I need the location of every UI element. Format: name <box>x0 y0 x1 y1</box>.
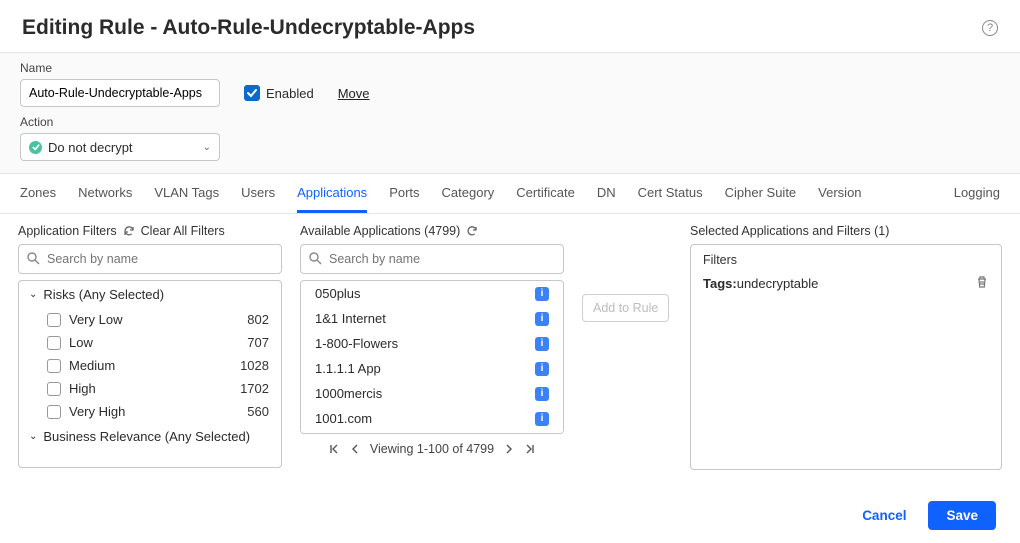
filter-option-count: 1702 <box>240 381 269 396</box>
chevron-down-icon: ⌄ <box>203 142 211 153</box>
filters-search-input[interactable] <box>18 244 282 274</box>
info-icon[interactable]: i <box>535 312 549 326</box>
filter-option-label: Very Low <box>69 312 122 327</box>
checkbox[interactable] <box>47 336 61 350</box>
tab-dn[interactable]: DN <box>597 175 616 213</box>
available-app-row[interactable]: 1000mercis i <box>301 381 563 406</box>
info-icon[interactable]: i <box>535 337 549 351</box>
cancel-button[interactable]: Cancel <box>852 500 916 531</box>
clear-filters-link[interactable]: Clear All Filters <box>141 224 225 238</box>
filter-group-header[interactable]: ⌄Business Relevance (Any Selected) <box>19 423 279 450</box>
filter-option[interactable]: Medium 1028 <box>19 354 279 377</box>
search-icon <box>26 251 40 268</box>
tab-logging[interactable]: Logging <box>954 175 1000 213</box>
available-title: Available Applications (4799) <box>300 224 460 238</box>
tag-value: undecryptable <box>737 276 819 291</box>
available-app-row[interactable]: 1-800-Flowers i <box>301 331 563 356</box>
info-icon[interactable]: i <box>535 362 549 376</box>
refresh-icon[interactable] <box>123 225 135 237</box>
pager-text: Viewing 1-100 of 4799 <box>370 442 494 456</box>
selected-filter-row: Tags:undecryptable <box>703 275 989 292</box>
tab-cipher-suite[interactable]: Cipher Suite <box>725 175 797 213</box>
search-icon <box>308 251 322 268</box>
available-app-name: 1001.com <box>315 411 372 426</box>
tab-networks[interactable]: Networks <box>78 175 132 213</box>
trash-icon[interactable] <box>975 275 989 292</box>
available-app-name: 1000mercis <box>315 386 382 401</box>
tab-cert-status[interactable]: Cert Status <box>638 175 703 213</box>
action-value: Do not decrypt <box>48 140 133 155</box>
tab-ports[interactable]: Ports <box>389 175 419 213</box>
checkbox[interactable] <box>47 313 61 327</box>
checkbox[interactable] <box>47 359 61 373</box>
filter-option[interactable]: Very High 560 <box>19 400 279 423</box>
available-app-row[interactable]: 050plus i <box>301 281 563 306</box>
enabled-label: Enabled <box>266 86 314 101</box>
filter-option-label: High <box>69 381 96 396</box>
available-app-row[interactable]: 1001.com i <box>301 406 563 431</box>
filters-title: Application Filters <box>18 224 117 238</box>
tab-certificate[interactable]: Certificate <box>516 175 575 213</box>
filter-option[interactable]: Low 707 <box>19 331 279 354</box>
filter-option[interactable]: High 1702 <box>19 377 279 400</box>
name-label: Name <box>20 61 220 75</box>
available-app-name: 050plus <box>315 286 361 301</box>
check-circle-icon <box>29 141 42 154</box>
tab-category[interactable]: Category <box>442 175 495 213</box>
filter-option-label: Medium <box>69 358 115 373</box>
selected-title: Selected Applications and Filters (1) <box>690 224 889 238</box>
selected-subhead: Filters <box>703 253 989 267</box>
filter-option-count: 1028 <box>240 358 269 373</box>
add-to-rule-button[interactable]: Add to Rule <box>582 294 669 322</box>
checkbox[interactable] <box>47 405 61 419</box>
filter-option-count: 707 <box>247 335 269 350</box>
page-prev-icon[interactable] <box>350 443 360 455</box>
checkbox[interactable] <box>47 382 61 396</box>
filter-option-label: Low <box>69 335 93 350</box>
available-app-name: 1&1 Internet <box>315 311 386 326</box>
tab-users[interactable]: Users <box>241 175 275 213</box>
page-title: Editing Rule - Auto-Rule-Undecryptable-A… <box>22 16 475 40</box>
action-select[interactable]: Do not decrypt ⌄ <box>20 133 220 161</box>
filter-option-label: Very High <box>69 404 125 419</box>
tag-label: Tags: <box>703 276 737 291</box>
available-app-name: 1.1.1.1 App <box>315 361 381 376</box>
check-icon <box>247 88 257 98</box>
available-search-input[interactable] <box>300 244 564 274</box>
info-icon[interactable]: i <box>535 387 549 401</box>
filter-option-count: 560 <box>247 404 269 419</box>
page-last-icon[interactable] <box>524 443 536 455</box>
tab-vlan-tags[interactable]: VLAN Tags <box>154 175 219 213</box>
chevron-down-icon: ⌄ <box>29 289 37 300</box>
move-link[interactable]: Move <box>338 86 370 101</box>
available-app-row[interactable]: 1&1 Internet i <box>301 306 563 331</box>
action-label: Action <box>20 115 1000 129</box>
available-app-name: 1-800-Flowers <box>315 336 398 351</box>
page-first-icon[interactable] <box>328 443 340 455</box>
save-button[interactable]: Save <box>928 501 996 530</box>
info-icon[interactable]: i <box>535 287 549 301</box>
filter-option[interactable]: Very Low 802 <box>19 308 279 331</box>
available-app-row[interactable]: 1.1.1.1 App i <box>301 356 563 381</box>
tab-version[interactable]: Version <box>818 175 861 213</box>
tab-applications[interactable]: Applications <box>297 175 367 213</box>
info-icon[interactable]: i <box>535 412 549 426</box>
enabled-checkbox[interactable] <box>244 85 260 101</box>
refresh-icon[interactable] <box>466 225 478 237</box>
help-icon[interactable]: ? <box>982 20 998 36</box>
available-app-row[interactable]: 100Baoi <box>301 431 563 434</box>
chevron-down-icon: ⌄ <box>29 431 37 442</box>
page-next-icon[interactable] <box>504 443 514 455</box>
tab-zones[interactable]: Zones <box>20 175 56 213</box>
filter-option-count: 802 <box>247 312 269 327</box>
filter-group-header[interactable]: ⌄Risks (Any Selected) <box>19 281 279 308</box>
name-input[interactable] <box>20 79 220 107</box>
